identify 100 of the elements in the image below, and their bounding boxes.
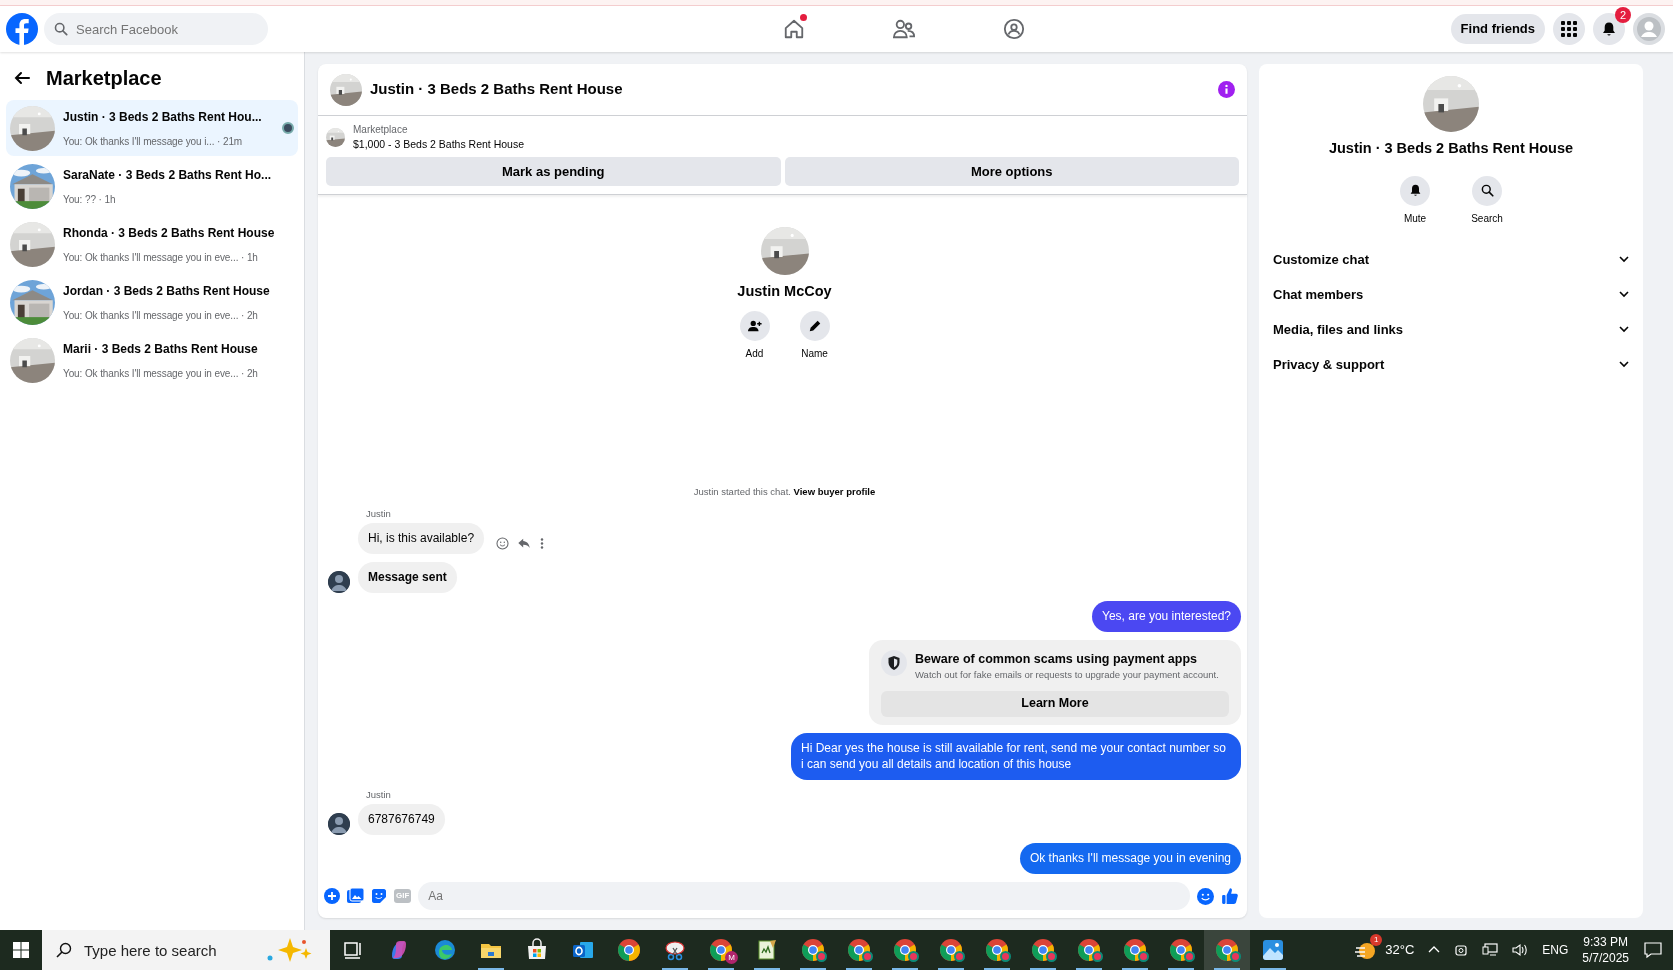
search-icon — [56, 942, 72, 958]
conversation-item[interactable]: Justin · 3 Beds 2 Baths Rent Hou... You: Ok thanks I'll message you i... · 21m — [6, 100, 298, 156]
profile-avatar-icon — [908, 951, 919, 962]
taskbar-app[interactable]: M — [698, 930, 744, 970]
profile-avatar-icon — [1046, 951, 1057, 962]
profile-avatar-icon — [816, 951, 827, 962]
group-icon — [1003, 18, 1026, 40]
profile-avatar-icon — [1092, 951, 1103, 962]
message-bubble: Hi Dear yes the house is still available for rent, send me your contact number so i can send you all details and location of this house — [791, 732, 1241, 781]
info-icon[interactable] — [1218, 81, 1235, 98]
add-icon[interactable] — [324, 888, 340, 904]
notepad-icon — [755, 938, 779, 962]
message-bubble: 6787676749 — [358, 804, 445, 836]
section-header[interactable]: Chat members — [1271, 276, 1631, 312]
search-icon — [1480, 184, 1494, 198]
temperature: 32°C — [1385, 941, 1415, 960]
message-bubble: Ok thanks I'll message you in evening — [1019, 843, 1241, 874]
taskbar-search-field[interactable]: Type here to search — [82, 938, 252, 962]
profile-badge: M — [725, 951, 738, 964]
listing-label: Marketplace — [353, 123, 409, 137]
section-header[interactable]: Privacy & support — [1271, 346, 1631, 382]
notification-badge: 2 — [1615, 7, 1631, 23]
pencil-icon — [807, 318, 822, 333]
conversation-title: Rhonda · 3 Beds 2 Baths Rent House — [63, 225, 275, 242]
message-preview: You: Ok thanks I'll message you i... · 21m — [63, 135, 243, 149]
message-preview: You: Ok thanks I'll message you in eve... · 1h — [63, 251, 258, 265]
chat-action[interactable]: Search — [1459, 175, 1515, 226]
scissors-icon — [663, 938, 687, 962]
weather-icon[interactable] — [1355, 940, 1378, 961]
search-box[interactable]: Type here to search — [42, 930, 330, 970]
message-preview: You: Ok thanks I'll message you in eve... · 2h — [63, 309, 258, 323]
warning-title: Beware of common scams using payment apps — [915, 650, 1199, 668]
profile-avatar-icon — [1230, 951, 1241, 962]
profile-avatar-icon — [954, 951, 965, 962]
action-button[interactable]: Mark as pending — [326, 156, 781, 186]
photos-icon — [1261, 938, 1285, 962]
search-field[interactable]: Search Facebook — [44, 13, 268, 45]
notification-center-icon[interactable] — [1643, 941, 1663, 959]
profile-action[interactable]: Name — [786, 310, 843, 361]
section-header[interactable]: Media, files and links — [1271, 311, 1631, 347]
find-friends-button[interactable]: Find friends — [1450, 14, 1545, 44]
sender-name: Justin — [366, 788, 392, 803]
profile-avatar-icon — [1000, 951, 1011, 962]
conversation-title: Justin · 3 Beds 2 Baths Rent Hou... — [63, 109, 262, 126]
menu-button[interactable] — [1553, 13, 1585, 45]
conversation-title: Marii · 3 Beds 2 Baths Rent House — [63, 341, 258, 358]
clock[interactable]: 9:33 PM 5/7/2025 — [1582, 933, 1629, 967]
home-icon — [783, 18, 806, 40]
people-icon — [892, 18, 917, 40]
emoji-icon[interactable] — [496, 536, 510, 550]
message-preview: You: Ok thanks I'll message you in eve... · 2h — [63, 367, 258, 381]
conversation-title: SaraNate · 3 Beds 2 Baths Rent Ho... — [63, 167, 272, 184]
camera-icon[interactable] — [1454, 942, 1469, 958]
section-header[interactable]: Customize chat — [1271, 241, 1631, 277]
learn-more-button[interactable]: Learn More — [881, 690, 1229, 717]
conversation-item[interactable]: Marii · 3 Beds 2 Baths Rent House You: Ok thanks I'll message you in eve... · 2h — [6, 332, 298, 388]
back-arrow-icon[interactable] — [14, 70, 30, 86]
windows-start-icon[interactable] — [13, 942, 29, 958]
add-person-icon — [747, 318, 762, 333]
thumbs-up-icon[interactable] — [1221, 887, 1239, 905]
shield-icon — [881, 649, 907, 676]
image-icon[interactable] — [347, 888, 364, 904]
warning-text: Watch out for fake emails or requests to upgrade your payment account. — [915, 668, 1219, 683]
chrome-icon — [617, 938, 641, 962]
bell-icon — [1408, 184, 1422, 198]
conversation-item[interactable]: SaraNate · 3 Beds 2 Baths Rent Ho... You: ?? · 1h — [6, 158, 298, 214]
bell-icon — [1601, 21, 1617, 37]
avatar-icon — [1637, 17, 1661, 41]
chat-started-text: Justin started this chat. View buyer profile — [693, 485, 876, 497]
sender-name: Justin — [366, 506, 392, 521]
conversation-item[interactable]: Jordan · 3 Beds 2 Baths Rent House You: Ok thanks I'll message you in eve... · 2h — [6, 274, 298, 330]
more-icon[interactable] — [539, 536, 546, 550]
network-icon[interactable] — [1482, 943, 1499, 957]
grid-icon — [1561, 21, 1577, 37]
message-preview: You: ?? · 1h — [63, 193, 116, 207]
profile-avatar-icon — [1138, 951, 1149, 962]
seen-avatar-icon — [282, 122, 294, 134]
profile-name: Justin McCoy — [737, 281, 832, 301]
listing-title: $1,000 - 3 Beds 2 Baths Rent House — [353, 137, 525, 152]
volume-icon[interactable] — [1512, 943, 1529, 957]
conversation-title: Jordan · 3 Beds 2 Baths Rent House — [63, 283, 270, 300]
conversation-item[interactable]: Rhonda · 3 Beds 2 Baths Rent House You: Ok thanks I'll message you in eve... · 1h — [6, 216, 298, 272]
notifications-button[interactable] — [1593, 13, 1625, 45]
view-buyer-profile-link[interactable]: View buyer profile — [793, 485, 876, 497]
message-field[interactable]: Aa — [418, 882, 1190, 910]
emoji-icon[interactable] — [1197, 887, 1214, 905]
conversation-title: Justin · 3 Beds 2 Baths Rent House — [1328, 139, 1574, 158]
chat-action[interactable]: Mute — [1387, 175, 1443, 226]
chat-title: Justin · 3 Beds 2 Baths Rent House — [370, 79, 624, 100]
page-title: Marketplace — [46, 66, 162, 91]
language-indicator[interactable]: ENG — [1542, 941, 1569, 959]
profile-action[interactable]: Add — [726, 310, 783, 361]
reply-icon[interactable] — [517, 536, 532, 550]
profile-avatar-icon — [1184, 951, 1195, 962]
profile-avatar-icon — [862, 951, 873, 962]
store-icon — [525, 938, 549, 962]
facebook-logo-icon[interactable] — [6, 13, 38, 45]
weather-badge: 1 — [1370, 934, 1383, 946]
action-button[interactable]: More options — [784, 156, 1239, 186]
sticker-icon[interactable] — [371, 888, 387, 904]
